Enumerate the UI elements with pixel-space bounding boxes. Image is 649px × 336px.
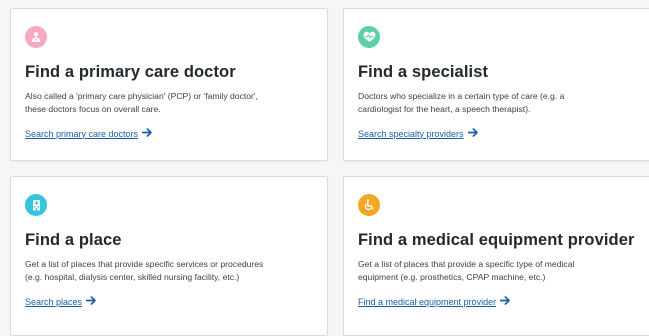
heart-pulse-icon — [358, 26, 380, 48]
card-description-line: (e.g. hospital, dialysis center, skilled… — [25, 272, 240, 282]
link-label: Search places — [25, 296, 83, 307]
card-title: Find a medical equipment provider — [358, 231, 635, 249]
link-label: Search primary care doctors — [25, 128, 139, 139]
search-primary-care-link[interactable]: Search primary care doctors — [25, 128, 153, 139]
card-place: Find a place Get a list of places that p… — [10, 176, 328, 336]
building-icon — [25, 194, 47, 216]
card-description-line: Get a list of places that provide a spec… — [358, 259, 575, 269]
arrow-right-icon — [85, 296, 97, 307]
search-specialty-link[interactable]: Search specialty providers — [358, 128, 479, 139]
arrow-right-icon — [141, 128, 153, 139]
card-description-line: Also called a 'primary care physician' (… — [25, 91, 258, 101]
card-title: Find a specialist — [358, 63, 489, 81]
search-places-link[interactable]: Search places — [25, 296, 97, 307]
card-description: Get a list of places that provide specif… — [25, 258, 321, 284]
card-description: Doctors who specialize in a certain type… — [358, 90, 649, 116]
card-description-line: cardiologist for the heart, a speech the… — [358, 104, 531, 114]
card-description: Get a list of places that provide a spec… — [358, 258, 649, 284]
arrow-right-icon — [499, 296, 511, 307]
card-title: Find a place — [25, 231, 122, 249]
card-specialist: Find a specialist Doctors who specialize… — [343, 8, 649, 161]
card-description-line: these doctors focus on overall care. — [25, 104, 161, 114]
card-description-line: Doctors who specialize in a certain type… — [358, 91, 565, 101]
link-label: Find a medical equipment provider — [358, 296, 497, 307]
wheelchair-icon — [358, 194, 380, 216]
card-description: Also called a 'primary care physician' (… — [25, 90, 321, 116]
doctor-icon — [25, 26, 47, 48]
card-description-line: equipment (e.g. prosthetics, CPAP machin… — [358, 272, 546, 282]
card-medical-equipment: Find a medical equipment provider Get a … — [343, 176, 649, 336]
card-description-line: Get a list of places that provide specif… — [25, 259, 264, 269]
arrow-right-icon — [467, 128, 479, 139]
find-medical-equipment-link[interactable]: Find a medical equipment provider — [358, 296, 511, 307]
card-title: Find a primary care doctor — [25, 63, 236, 81]
card-primary-care: Find a primary care doctor Also called a… — [10, 8, 328, 161]
link-label: Search specialty providers — [358, 128, 464, 139]
